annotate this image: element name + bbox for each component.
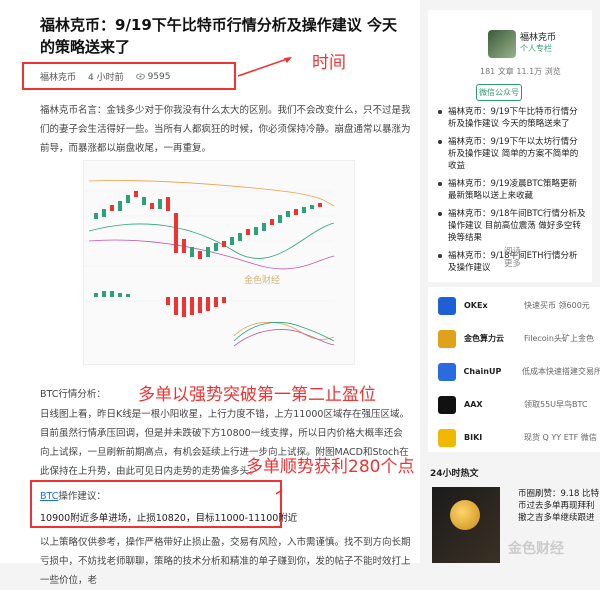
price-chart-image: 金色财经 bbox=[83, 160, 355, 365]
jinse-logo-icon bbox=[438, 329, 456, 348]
exchange-row-biki[interactable]: BIKI 现货 Q YY ETF 微信 bbox=[428, 421, 600, 454]
author-card: 福林克币 个人专栏 181 文章 11.1万 浏览 微信公众号 福林克币：9/1… bbox=[428, 10, 592, 282]
watermark: 金色财经 bbox=[508, 541, 564, 557]
list-item[interactable]: 福林克币：9/19下午以太坊行情分析及操作建议 简单的方案不简单的收益 bbox=[428, 136, 592, 172]
annotation-arrow-time bbox=[237, 57, 292, 77]
annotation-time: 时间 bbox=[312, 53, 346, 73]
exchange-desc: 领取55U早鸟BTC bbox=[524, 400, 588, 409]
exchange-desc: 低成本快速搭建交易所 bbox=[522, 367, 600, 376]
profile-badge: 个人专栏 bbox=[520, 44, 552, 53]
annotation-strategy: 多单以强势突破第一第二止盈位 bbox=[138, 385, 376, 405]
exchange-row-chainup[interactable]: ChainUP 低成本快速搭建交易所 bbox=[428, 355, 600, 388]
exchange-desc: Filecoin头矿上金色 bbox=[524, 334, 594, 343]
exchange-name: AAX bbox=[464, 400, 483, 409]
list-item[interactable]: 福林克币：9/18午间BTC行情分析及操作建议 目前高位震荡 做好多空转换等结果 bbox=[428, 208, 592, 244]
article-panel: 福林克币：9/19下午比特币行情分析及操作建议 今天的策略送来了 福林克币 4 … bbox=[0, 0, 420, 586]
hot-section-title: 24小时热文 bbox=[430, 469, 479, 479]
list-item[interactable]: 福林克币：9/19下午比特币行情分析及操作建议 今天的策略送来了 bbox=[428, 106, 592, 130]
exchange-desc: 现货 Q YY ETF 微信 bbox=[524, 433, 597, 442]
highlight-box-time bbox=[22, 62, 236, 90]
exchange-name: ChainUP bbox=[463, 367, 502, 376]
chainup-logo-icon bbox=[438, 362, 456, 381]
okex-logo-icon bbox=[438, 296, 456, 315]
operation-title: BTC操作建议： bbox=[40, 488, 106, 502]
profile-stats: 181 文章 11.1万 浏览 bbox=[480, 67, 561, 76]
btc-link[interactable]: BTC bbox=[40, 491, 58, 502]
biki-logo-icon bbox=[438, 428, 456, 447]
aax-logo-icon bbox=[438, 395, 456, 414]
exchange-desc: 快速买币 领600元 bbox=[524, 301, 590, 310]
exchange-row-okex[interactable]: OKEx 快速买币 领600元 bbox=[428, 289, 600, 322]
exchange-name: OKEx bbox=[464, 301, 488, 310]
article-intro: 福林克币名言：金钱多少对于你我没有什么太大的区别。我们不会改变什么，只不过是我们… bbox=[40, 105, 411, 154]
section-label-btc: BTC行情分析： bbox=[40, 389, 106, 400]
wechat-button[interactable]: 微信公众号 bbox=[476, 84, 522, 101]
annotation-arrow-profit bbox=[276, 489, 283, 495]
exchange-row-aax[interactable]: AAX 领取55U早鸟BTC bbox=[428, 388, 600, 421]
exchange-list: OKEx 快速买币 领600元 金色算力云 Filecoin头矿上金色 Chai… bbox=[428, 287, 600, 452]
exchange-row-jinse[interactable]: 金色算力云 Filecoin头矿上金色 bbox=[428, 322, 600, 355]
footer-paragraph: 以上策略仅供参考，操作严格带好止损止盈，交易有风险，入市需谨慎。找不到方向长期亏… bbox=[40, 537, 411, 586]
list-item[interactable]: 福林克币：9/19凌晨BTC策略更新 最新策略以送上来收藏 bbox=[428, 178, 592, 202]
operation-line: 10900附近多单进场，止损10820，目标11000-11100附近 bbox=[40, 513, 298, 524]
candlestick-drawing bbox=[84, 180, 335, 347]
bitcoin-icon bbox=[450, 500, 480, 530]
hot-article-title[interactable]: 币圈刷赞：9.18 比特币过去多单再现拜利 撤之吉多单继续跟进 bbox=[518, 488, 600, 524]
profile-name[interactable]: 福林克币 bbox=[520, 30, 556, 43]
chart-watermark: 金色财经 bbox=[244, 276, 281, 286]
operation-title-suffix: 操作建议： bbox=[58, 491, 106, 502]
exchange-name: BIKI bbox=[464, 433, 483, 442]
exchange-name: 金色算力云 bbox=[464, 334, 504, 343]
avatar[interactable] bbox=[488, 30, 516, 58]
article-title[interactable]: 福林克币：9/19下午比特币行情分析及操作建议 今天的策略送来了 bbox=[40, 14, 410, 58]
read-more-link[interactable]: 阅读更多 bbox=[504, 246, 528, 270]
